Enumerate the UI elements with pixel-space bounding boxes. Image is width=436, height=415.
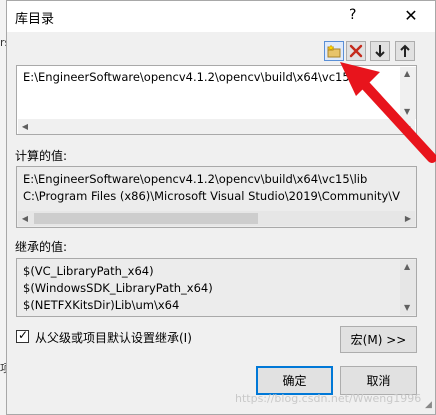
new-line-icon	[327, 44, 341, 58]
close-button[interactable]: ✕	[393, 4, 429, 30]
computed-horizontal-scrollbar[interactable]: ◀ ▶	[18, 211, 415, 226]
directory-edit-box[interactable]: E:\EngineerSoftware\opencv4.1.2\opencv\b…	[16, 65, 417, 135]
move-down-icon	[375, 45, 385, 58]
checkmark-icon: ✓	[18, 328, 29, 342]
macros-button[interactable]: 宏(M) >>	[340, 326, 417, 353]
delete-icon	[349, 44, 363, 58]
inherit-checkbox[interactable]: ✓	[16, 328, 29, 343]
inherited-values-label: 继承的值:	[15, 240, 68, 254]
scroll-left-arrow-icon[interactable]: ◀	[18, 211, 32, 226]
library-directories-dialog: 库目录 ? ✕ E:\EngineerSoftware\opencv4.1.2\…	[6, 0, 436, 415]
computed-values-box: E:\EngineerSoftware\opencv4.1.2\opencv\b…	[16, 166, 417, 228]
resize-grip-icon[interactable]: ◢	[425, 400, 432, 410]
horizontal-scrollbar[interactable]: ◀ ▶	[18, 119, 415, 134]
inherited-value-line: $(WindowsSDK_LibraryPath_x64)	[23, 281, 213, 295]
inherited-value-line: $(NETFXKitsDir)Lib\um\x64	[23, 298, 180, 312]
computed-value-line: C:\Program Files (x86)\Microsoft Visual …	[23, 189, 401, 203]
scroll-up-arrow-icon[interactable]: ▲	[404, 69, 410, 78]
vertical-scrollbar[interactable]: ▲ ▼	[400, 67, 416, 119]
scroll-right-arrow-icon[interactable]: ▶	[401, 119, 415, 134]
move-up-icon	[400, 44, 410, 57]
move-down-button[interactable]	[370, 41, 390, 61]
inherited-values-box: $(VC_LibraryPath_x64) $(WindowsSDK_Libra…	[16, 258, 417, 317]
title-bar: 库目录 ? ✕	[7, 1, 435, 32]
scroll-down-arrow-icon[interactable]: ▼	[404, 303, 410, 312]
move-up-button[interactable]	[395, 41, 415, 61]
new-line-button[interactable]	[324, 41, 344, 61]
computed-value-line: E:\EngineerSoftware\opencv4.1.2\opencv\b…	[23, 172, 368, 186]
watermark-text: https://blog.csdn.net/Wweng1996	[235, 392, 422, 405]
scroll-down-arrow-icon[interactable]: ▼	[404, 107, 410, 116]
dialog-title: 库目录	[15, 12, 55, 27]
scroll-right-arrow-icon[interactable]: ▶	[401, 211, 415, 226]
scroll-left-arrow-icon[interactable]: ◀	[18, 119, 32, 134]
directory-entry[interactable]: E:\EngineerSoftware\opencv4.1.2\opencv\b…	[23, 70, 367, 84]
inherit-checkbox-label[interactable]: 从父级或项目默认设置继承(I)	[35, 329, 192, 346]
cancel-button[interactable]: 取消	[340, 366, 417, 395]
scroll-thumb[interactable]	[34, 213, 258, 224]
inherited-value-line: $(VC_LibraryPath_x64)	[23, 264, 154, 278]
delete-line-button[interactable]	[346, 41, 366, 61]
computed-values-label: 计算的值:	[15, 149, 68, 163]
inherited-vertical-scrollbar[interactable]: ▲ ▼	[400, 260, 416, 315]
ok-button[interactable]: 确定	[256, 366, 333, 395]
scroll-up-arrow-icon[interactable]: ▲	[404, 262, 410, 271]
help-button[interactable]: ?	[349, 7, 356, 23]
